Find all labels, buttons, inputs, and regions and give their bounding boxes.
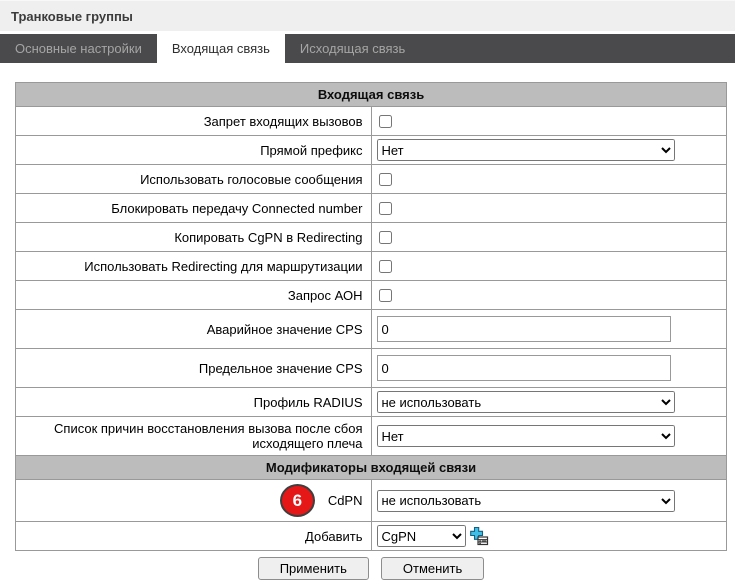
table-row: Аварийное значение CPS [16, 310, 727, 349]
tab-incoming[interactable]: Входящая связь [157, 34, 285, 63]
table-row: Запрет входящих вызовов [16, 107, 727, 136]
modifiers-section-header: Модификаторы входящей связи [16, 456, 727, 480]
emergency-cps-input[interactable] [377, 316, 671, 342]
page-title: Транковые группы [11, 9, 133, 24]
table-row: Список причин восстановления вызова посл… [16, 417, 727, 456]
row-label-incoming-ban: Запрет входящих вызовов [16, 107, 372, 136]
add-modifier-type-select[interactable]: CgPN [377, 525, 466, 547]
cancel-button[interactable]: Отменить [381, 557, 484, 580]
row-label-add: Добавить [16, 522, 372, 551]
table-row: Профиль RADIUS не использовать [16, 388, 727, 417]
copy-cgpn-redirecting-checkbox[interactable] [379, 231, 392, 244]
row-label-block-connected-number: Блокировать передачу Connected number [16, 194, 372, 223]
aon-request-checkbox[interactable] [379, 289, 392, 302]
limit-cps-input[interactable] [377, 355, 671, 381]
incoming-ban-checkbox[interactable] [379, 115, 392, 128]
table-row: Блокировать передачу Connected number [16, 194, 727, 223]
voice-messages-checkbox[interactable] [379, 173, 392, 186]
table-row: Использовать Redirecting для маршрутизац… [16, 252, 727, 281]
row-label-emergency-cps: Аварийное значение CPS [16, 310, 372, 349]
row-label-radius-profile: Профиль RADIUS [16, 388, 372, 417]
table-row: Использовать голосовые сообщения [16, 165, 727, 194]
section-header-row: Модификаторы входящей связи [16, 456, 727, 480]
direct-prefix-select[interactable]: Нет [377, 139, 675, 161]
radius-profile-select[interactable]: не использовать [377, 391, 675, 413]
row-label-voice-messages: Использовать голосовые сообщения [16, 165, 372, 194]
cdpn-label: CdPN [328, 493, 363, 508]
settings-panel: Входящая связь Запрет входящих вызовов П… [0, 63, 735, 580]
window-title-bar: Транковые группы [0, 0, 735, 31]
table-row: Предельное значение CPS [16, 349, 727, 388]
table-row: Добавить CgPN [16, 522, 727, 551]
callout-badge-6: 6 [280, 484, 315, 517]
row-label-restore-causes-list: Список причин восстановления вызова посл… [16, 417, 372, 456]
table-row: Прямой префикс Нет [16, 136, 727, 165]
cdpn-modifier-select[interactable]: не использовать [377, 490, 675, 512]
incoming-section-header: Входящая связь [16, 83, 727, 107]
redirecting-routing-checkbox[interactable] [379, 260, 392, 273]
row-label-direct-prefix: Прямой префикс [16, 136, 372, 165]
add-record-icon[interactable] [470, 527, 489, 546]
apply-button[interactable]: Применить [258, 557, 369, 580]
table-row: Запрос АОН [16, 281, 727, 310]
row-label-aon-request: Запрос АОН [16, 281, 372, 310]
restore-causes-select[interactable]: Нет [377, 425, 675, 447]
table-row: Копировать CgPN в Redirecting [16, 223, 727, 252]
row-label-copy-cgpn-redirecting: Копировать CgPN в Redirecting [16, 223, 372, 252]
table-row: 6 CdPN не использовать [16, 480, 727, 522]
block-connected-number-checkbox[interactable] [379, 202, 392, 215]
tab-main-settings[interactable]: Основные настройки [0, 34, 157, 63]
row-label-redirecting-routing: Использовать Redirecting для маршрутизац… [16, 252, 372, 281]
action-buttons: Применить Отменить [15, 557, 727, 580]
tab-bar: Основные настройки Входящая связь Исходя… [0, 34, 735, 63]
tab-outgoing[interactable]: Исходящая связь [285, 34, 420, 63]
trunk-group-settings-table: Входящая связь Запрет входящих вызовов П… [15, 82, 727, 551]
row-label-limit-cps: Предельное значение CPS [16, 349, 372, 388]
row-label-cdpn: 6 CdPN [16, 480, 372, 522]
section-header-row: Входящая связь [16, 83, 727, 107]
